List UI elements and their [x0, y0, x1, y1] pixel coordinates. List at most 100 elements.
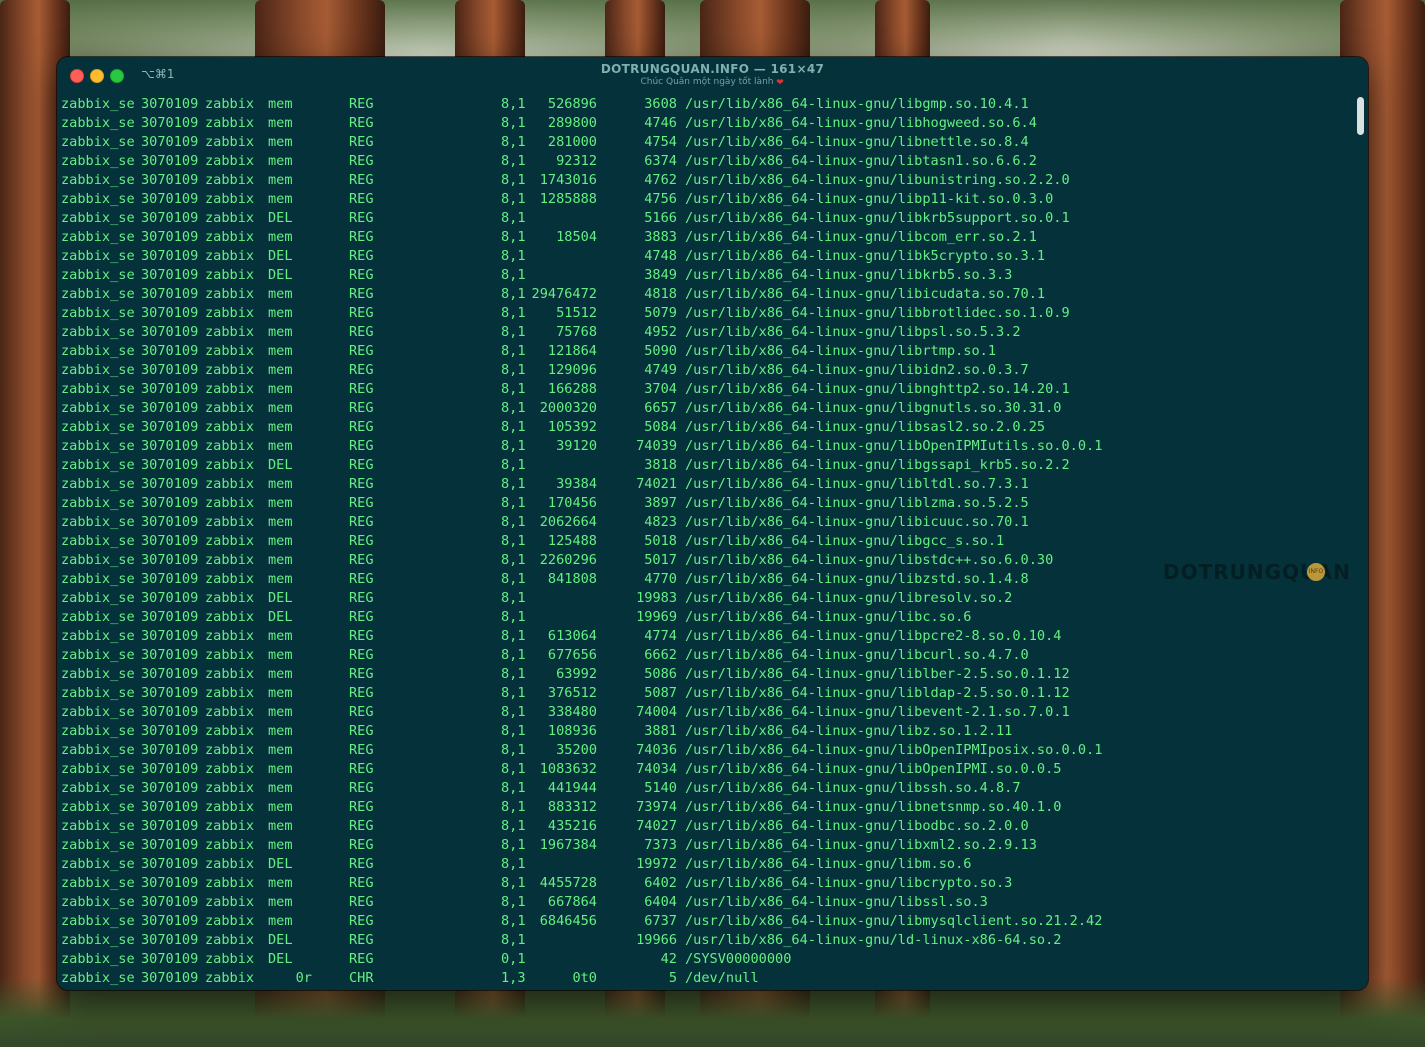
col-user: zabbix [205, 590, 255, 606]
col-cmd: zabbix_se [61, 628, 135, 644]
col-user: zabbix [205, 115, 255, 131]
col-dev: 8,1 [501, 856, 526, 872]
col-size: 441944 [547, 780, 597, 796]
col-type: REG [349, 609, 374, 625]
col-fd: mem [268, 172, 293, 188]
col-user: zabbix [205, 248, 255, 264]
terminal-line: zabbix_se 3070109 zabbix mem REG 8,1 1285888 47… [61, 190, 1352, 209]
col-dev: 8,1 [501, 780, 526, 796]
col-fd: mem [268, 647, 293, 663]
col-type: REG [349, 742, 374, 758]
col-size: 4455728 [539, 875, 597, 891]
col-dev: 8,1 [501, 229, 526, 245]
col-size: 841808 [547, 571, 597, 587]
col-dev: 8,1 [501, 685, 526, 701]
col-fd: DEL [268, 210, 293, 226]
terminal-line: zabbix_se 3070109 zabbix mem REG 8,1 1967384 73… [61, 836, 1352, 855]
col-pid: 3070109 [141, 324, 199, 340]
col-fd: mem [268, 761, 293, 777]
col-dev: 8,1 [501, 894, 526, 910]
col-size: 129096 [547, 362, 597, 378]
col-type: REG [349, 666, 374, 682]
terminal-line: zabbix_se 3070109 zabbix mem REG 8,1 1743016 47… [61, 171, 1352, 190]
col-dev: 8,1 [501, 875, 526, 891]
col-node: 4823 [644, 514, 677, 530]
col-dev: 8,1 [501, 704, 526, 720]
col-pid: 3070109 [141, 419, 199, 435]
col-dev: 8,1 [501, 647, 526, 663]
col-pid: 3070109 [141, 818, 199, 834]
col-type: REG [349, 685, 374, 701]
terminal-line: zabbix_se 3070109 zabbix mem REG 8,1 39120 7403… [61, 437, 1352, 456]
terminal-line: zabbix_se 3070109 zabbix DEL REG 8,1 5166/usr/… [61, 209, 1352, 228]
col-name: /usr/lib/x86_64-linux-gnu/libldap-2.5.so… [685, 685, 1070, 701]
col-type: CHR [349, 970, 374, 986]
col-pid: 3070109 [141, 267, 199, 283]
col-fd: DEL [268, 609, 293, 625]
col-node: 4746 [644, 115, 677, 131]
col-fd: mem [268, 343, 293, 359]
terminal-line: zabbix_se 3070109 zabbix mem REG 8,1 63992 5086… [61, 665, 1352, 684]
terminal-line: zabbix_se 3070109 zabbix DEL REG 8,1 19972/usr… [61, 855, 1352, 874]
col-size: 289800 [547, 115, 597, 131]
terminal-line: zabbix_se 3070109 zabbix mem REG 8,1 166288 370… [61, 380, 1352, 399]
col-dev: 8,1 [501, 533, 526, 549]
col-cmd: zabbix_se [61, 913, 135, 929]
col-pid: 3070109 [141, 685, 199, 701]
col-node: 74004 [636, 704, 677, 720]
col-name: /usr/lib/x86_64-linux-gnu/libcom_err.so.… [685, 229, 1037, 245]
col-name: /usr/lib/x86_64-linux-gnu/libnetsnmp.so.… [685, 799, 1062, 815]
col-cmd: zabbix_se [61, 495, 135, 511]
col-user: zabbix [205, 647, 255, 663]
col-size: 613064 [547, 628, 597, 644]
col-pid: 3070109 [141, 362, 199, 378]
col-node: 6657 [644, 400, 677, 416]
col-name: /usr/lib/x86_64-linux-gnu/libzstd.so.1.4… [685, 571, 1029, 587]
col-dev: 8,1 [501, 761, 526, 777]
col-node: 6374 [644, 153, 677, 169]
terminal-output[interactable]: zabbix_se 3070109 zabbix mem REG 8,1 526896 360… [61, 95, 1352, 990]
terminal-window[interactable]: ⌥⌘1 DOTRUNGQUAN.INFO — 161×47 Chúc Quân … [57, 57, 1368, 990]
col-user: zabbix [205, 305, 255, 321]
terminal-line: zabbix_se 3070109 zabbix DEL REG 8,1 19969/usr… [61, 608, 1352, 627]
col-cmd: zabbix_se [61, 305, 135, 321]
col-type: REG [349, 229, 374, 245]
col-fd: mem [268, 96, 293, 112]
scrollbar[interactable] [1356, 95, 1365, 986]
col-user: zabbix [205, 932, 255, 948]
col-fd: mem [268, 571, 293, 587]
col-fd: mem [268, 533, 293, 549]
col-cmd: zabbix_se [61, 191, 135, 207]
terminal-line: zabbix_se 3070109 zabbix mem REG 8,1 4455728 64… [61, 874, 1352, 893]
col-user: zabbix [205, 533, 255, 549]
col-name: /usr/lib/x86_64-linux-gnu/libidn2.so.0.3… [685, 362, 1029, 378]
col-pid: 3070109 [141, 286, 199, 302]
col-type: REG [349, 305, 374, 321]
col-cmd: zabbix_se [61, 970, 135, 986]
col-pid: 3070109 [141, 970, 199, 986]
col-cmd: zabbix_se [61, 381, 135, 397]
col-size: 92312 [556, 153, 597, 169]
col-user: zabbix [205, 210, 255, 226]
col-name: /usr/lib/x86_64-linux-gnu/libgmp.so.10.4… [685, 96, 1029, 112]
col-dev: 8,1 [501, 172, 526, 188]
col-cmd: zabbix_se [61, 438, 135, 454]
terminal-line: zabbix_se 3070109 zabbix mem REG 8,1 35200 7403… [61, 741, 1352, 760]
col-size: 108936 [547, 723, 597, 739]
col-fd: mem [268, 286, 293, 302]
col-user: zabbix [205, 134, 255, 150]
col-user: zabbix [205, 761, 255, 777]
title-bar[interactable]: ⌥⌘1 DOTRUNGQUAN.INFO — 161×47 Chúc Quân … [57, 57, 1368, 95]
col-size: 677656 [547, 647, 597, 663]
col-fd: mem [268, 115, 293, 131]
col-name: /usr/lib/x86_64-linux-gnu/libOpenIPMIpos… [685, 742, 1103, 758]
col-fd: mem [268, 552, 293, 568]
scrollbar-thumb[interactable] [1357, 97, 1364, 135]
col-fd: mem [268, 381, 293, 397]
col-pid: 3070109 [141, 438, 199, 454]
col-type: REG [349, 419, 374, 435]
col-user: zabbix [205, 799, 255, 815]
col-fd: mem [268, 305, 293, 321]
col-node: 6662 [644, 647, 677, 663]
col-user: zabbix [205, 875, 255, 891]
